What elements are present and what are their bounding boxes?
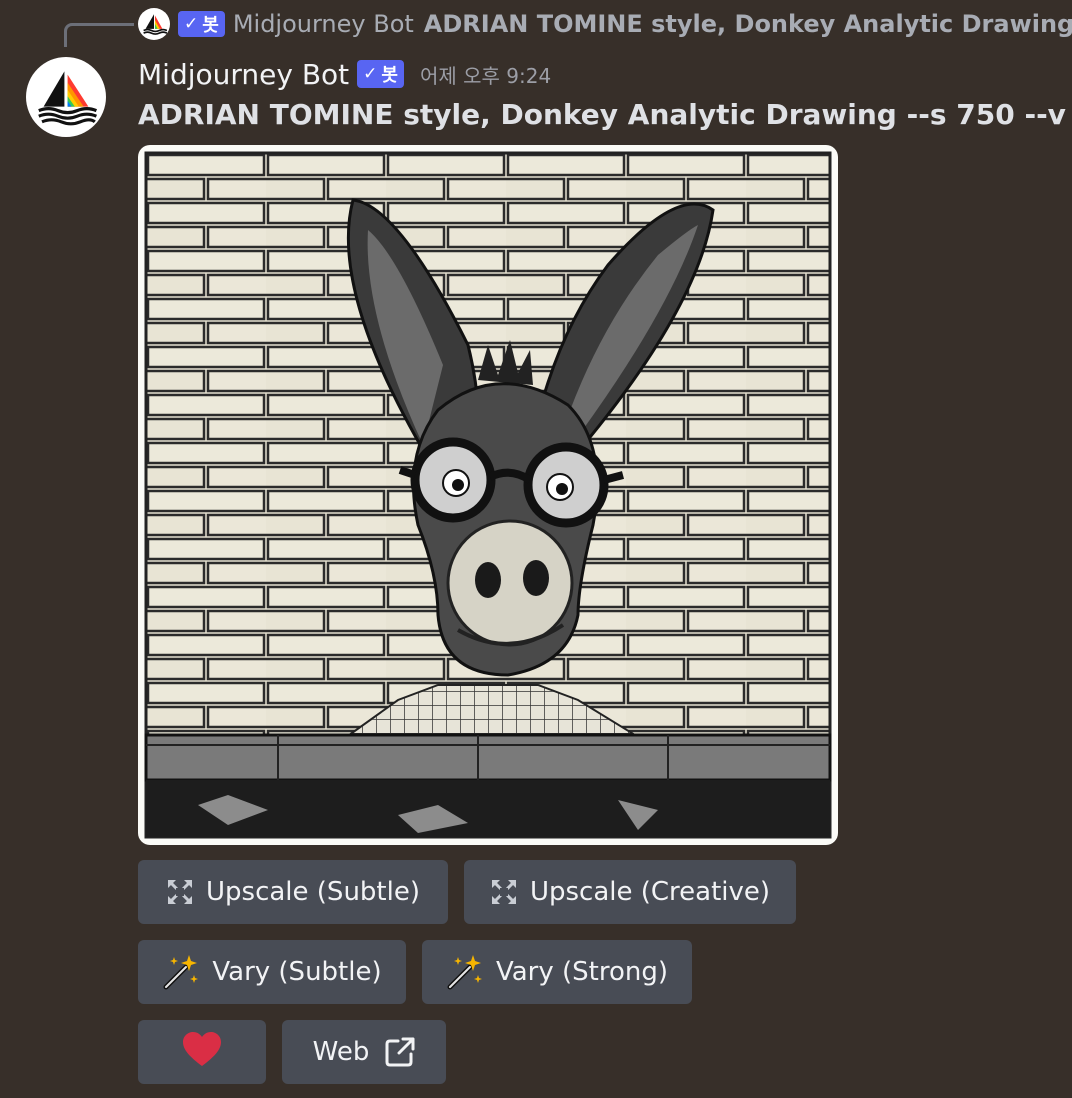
vary-subtle-label: Vary (Subtle) xyxy=(212,957,382,987)
reply-bot-badge: ✓ 봇 xyxy=(178,11,225,37)
bot-badge: ✓ 봇 xyxy=(357,60,404,88)
reply-bot-badge-label: 봇 xyxy=(202,15,219,36)
generated-image[interactable] xyxy=(138,145,838,845)
web-label: Web xyxy=(312,1037,370,1067)
reply-preview[interactable]: ✓ 봇 Midjourney Bot ADRIAN TOMINE style, … xyxy=(138,6,1072,42)
vary-subtle-button[interactable]: Vary (Subtle) xyxy=(138,940,406,1004)
external-link-icon xyxy=(385,1037,415,1067)
message-timestamp[interactable]: 어제 오후 9:24 xyxy=(420,60,551,89)
upscale-creative-label: Upscale (Creative) xyxy=(529,877,771,907)
author-name[interactable]: Midjourney Bot xyxy=(138,58,349,91)
magic-wand-icon xyxy=(162,953,200,991)
expand-arrows-icon xyxy=(166,878,194,906)
upscale-subtle-button[interactable]: Upscale (Subtle) xyxy=(138,860,448,924)
reply-message-text[interactable]: ADRIAN TOMINE style, Donkey Analytic Dra… xyxy=(424,10,1072,38)
reply-author-name[interactable]: Midjourney Bot xyxy=(233,10,414,38)
message-text: ADRIAN TOMINE style, Donkey Analytic Dra… xyxy=(138,98,1072,131)
reply-avatar[interactable] xyxy=(138,8,170,40)
donkey-illustration xyxy=(144,151,832,839)
author-avatar[interactable] xyxy=(26,57,106,137)
magic-wand-icon xyxy=(446,953,484,991)
check-icon: ✓ xyxy=(363,64,378,84)
check-icon: ✓ xyxy=(184,14,199,34)
midjourney-sailboat-icon xyxy=(143,14,167,35)
web-link-button[interactable]: Web xyxy=(282,1020,446,1084)
midjourney-sailboat-icon xyxy=(38,71,98,126)
reply-connector xyxy=(64,23,134,47)
vary-strong-button[interactable]: Vary (Strong) xyxy=(422,940,692,1004)
expand-arrows-icon xyxy=(490,878,518,906)
upscale-subtle-label: Upscale (Subtle) xyxy=(206,877,420,907)
upscale-creative-button[interactable]: Upscale (Creative) xyxy=(464,860,796,924)
heart-icon xyxy=(182,1031,222,1074)
message-header: Midjourney Bot ✓ 봇 어제 오후 9:24 xyxy=(138,52,551,96)
favorite-button[interactable] xyxy=(138,1020,266,1084)
vary-strong-label: Vary (Strong) xyxy=(495,957,669,987)
bot-badge-label: 봇 xyxy=(381,65,398,86)
